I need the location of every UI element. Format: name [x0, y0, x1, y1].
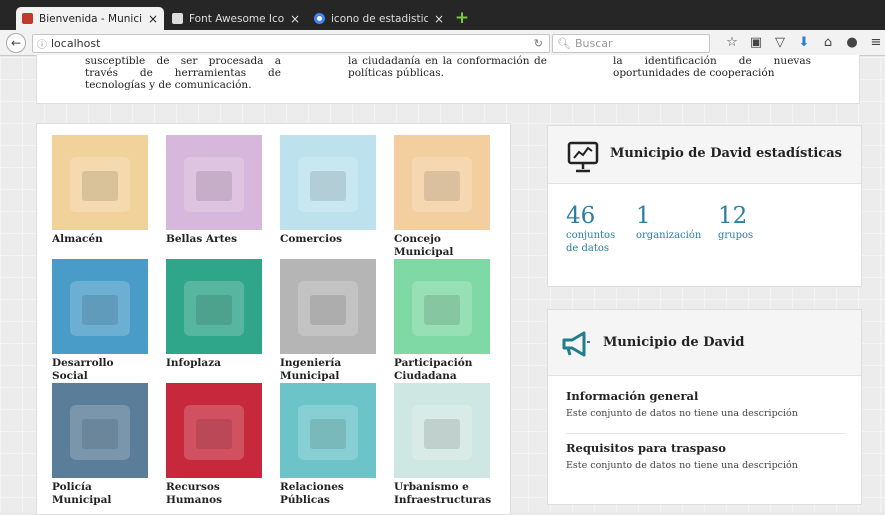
city-hall-icon[interactable] [394, 135, 490, 230]
organization-title: Municipio de David [603, 335, 745, 350]
intro-card: susceptible de ser procesada a través de… [36, 55, 860, 104]
group-label[interactable]: Recursos Humanos [166, 481, 266, 507]
megaphone-icon [562, 331, 590, 357]
home-icon[interactable]: ⌂ [816, 35, 840, 50]
stat-groups[interactable]: 12 grupos [718, 203, 778, 255]
intro-text-3: la identificación de nuevas oportunidade… [613, 55, 811, 79]
group-label[interactable]: Urbanismo e Infraestructuras [394, 481, 494, 507]
site-info-icon[interactable]: ⓘ [37, 36, 47, 51]
stat-value: 46 [566, 203, 596, 229]
chart-board-icon [567, 141, 599, 173]
back-button[interactable]: ← [6, 33, 26, 53]
page-content: susceptible de ser procesada a través de… [0, 55, 885, 515]
joined-hands-icon[interactable] [52, 259, 148, 354]
tab-icono-estadistica[interactable]: icono de estadistica... × [308, 7, 450, 30]
url-bar[interactable]: ⓘ localhost ↻ [32, 34, 550, 53]
resume-magnifier-icon[interactable] [166, 383, 262, 478]
pocket-icon[interactable]: ▽ [768, 35, 792, 50]
tab-close-icon[interactable]: × [434, 12, 444, 26]
new-tab-button[interactable]: + [452, 8, 472, 28]
stat-label: organización [636, 230, 702, 241]
stat-value: 12 [718, 203, 748, 229]
tab-title: Font Awesome Icons [189, 12, 284, 25]
section-desc: Este conjunto de datos no tiene una desc… [566, 460, 798, 471]
social-media-icon[interactable] [280, 383, 376, 478]
stats-card: Municipio de David estadísticas 46 conju… [547, 125, 862, 287]
network-icon[interactable] [166, 259, 262, 354]
browser-tab-strip: Bienvenida - Municip... × Font Awesome I… [0, 0, 885, 30]
group-infoplaza[interactable]: Infoplaza [166, 259, 266, 370]
shopping-cart-icon[interactable] [280, 135, 376, 230]
group-bellas-artes[interactable]: Bellas Artes [166, 135, 266, 246]
police-officer-icon[interactable] [52, 383, 148, 478]
ckan-favicon-icon [22, 13, 33, 24]
group-label[interactable]: Policía Municipal [52, 481, 152, 507]
divider [566, 433, 846, 434]
group-policia-municipal[interactable]: Policía Municipal [52, 383, 152, 507]
group-label[interactable]: Desarrollo Social [52, 357, 152, 383]
group-label[interactable]: Participación Ciudadana [394, 357, 494, 383]
stat-organizations[interactable]: 1 organización [636, 203, 708, 255]
stat-datasets[interactable]: 46 conjuntos de datos [566, 203, 626, 255]
warehouse-icon[interactable] [52, 135, 148, 230]
tab-close-icon[interactable]: × [148, 12, 158, 26]
group-almacen[interactable]: Almacén [52, 135, 152, 246]
tab-bienvenida[interactable]: Bienvenida - Municip... × [16, 7, 164, 30]
group-label[interactable]: Almacén [52, 233, 152, 246]
url-text: localhost [51, 37, 101, 50]
construction-crane-icon[interactable] [394, 383, 490, 478]
stat-label: grupos [718, 230, 754, 241]
tab-close-icon[interactable]: × [290, 12, 300, 26]
stats-row: 46 conjuntos de datos 1 organización 12 … [566, 203, 788, 255]
crowd-speech-bubble-icon[interactable] [394, 259, 490, 354]
intro-text-1: susceptible de ser procesada a través de… [85, 55, 281, 91]
group-label[interactable]: Bellas Artes [166, 233, 266, 246]
group-urbanismo-infraestructuras[interactable]: Urbanismo e Infraestructuras [394, 383, 494, 507]
group-label[interactable]: Relaciones Públicas [280, 481, 380, 507]
section-title[interactable]: Información general [566, 389, 846, 403]
transfer-requirements-section: Requisitos para traspaso Este conjunto d… [566, 441, 846, 471]
download-icon[interactable]: ⬇ [792, 35, 816, 50]
group-concejo-municipal[interactable]: Concejo Municipal [394, 135, 494, 259]
construction-worker-icon[interactable] [280, 259, 376, 354]
tab-font-awesome[interactable]: Font Awesome Icons × [166, 7, 306, 30]
group-label[interactable]: Ingeniería Municipal [280, 357, 380, 383]
organization-header: Municipio de David [548, 310, 861, 376]
stats-header: Municipio de David estadísticas [548, 126, 861, 184]
group-ingenieria-municipal[interactable]: Ingeniería Municipal [280, 259, 380, 383]
chat-icon[interactable]: ● [840, 35, 864, 50]
search-placeholder: Buscar [574, 37, 613, 50]
tab-title: Bienvenida - Municip... [39, 12, 142, 25]
group-label[interactable]: Infoplaza [166, 357, 266, 370]
intro-text-2: la ciudadanía en la conformación de polí… [348, 55, 547, 79]
group-participacion-ciudadana[interactable]: Participación Ciudadana [394, 259, 494, 383]
search-input[interactable]: 🔍︎ Buscar [552, 34, 710, 53]
navigation-toolbar: ← ⓘ localhost ↻ 🔍︎ Buscar ☆ ▣ ▽ ⬇ ⌂ ● ≡ [0, 30, 885, 56]
toolbar-icons: ☆ ▣ ▽ ⬇ ⌂ ● ≡ [720, 35, 885, 50]
group-desarrollo-social[interactable]: Desarrollo Social [52, 259, 152, 383]
search-icon: 🔍︎ [557, 37, 571, 50]
reload-icon[interactable]: ↻ [534, 37, 543, 50]
group-relaciones-publicas[interactable]: Relaciones Públicas [280, 383, 380, 507]
group-label[interactable]: Concejo Municipal [394, 233, 494, 259]
stat-value: 1 [636, 203, 651, 229]
group-recursos-humanos[interactable]: Recursos Humanos [166, 383, 266, 507]
groups-panel: Almacén Bellas Artes Comercios Concejo Muni… [36, 123, 511, 515]
bookmarks-library-icon[interactable]: ▣ [744, 35, 768, 50]
stat-label: conjuntos de datos [566, 230, 616, 254]
group-comercios[interactable]: Comercios [280, 135, 380, 246]
art-instruments-icon[interactable] [166, 135, 262, 230]
organization-card: Municipio de David Información general E… [547, 309, 862, 505]
google-favicon-icon [314, 13, 325, 24]
tab-title: icono de estadistica... [331, 12, 428, 25]
info-general-section: Información general Este conjunto de dat… [566, 389, 846, 419]
menu-icon[interactable]: ≡ [864, 35, 885, 50]
section-desc: Este conjunto de datos no tiene una desc… [566, 408, 798, 419]
flag-favicon-icon [172, 13, 183, 24]
bookmark-star-icon[interactable]: ☆ [720, 35, 744, 50]
group-label[interactable]: Comercios [280, 233, 380, 246]
section-title[interactable]: Requisitos para traspaso [566, 441, 846, 455]
stats-title: Municipio de David estadísticas [610, 146, 842, 161]
